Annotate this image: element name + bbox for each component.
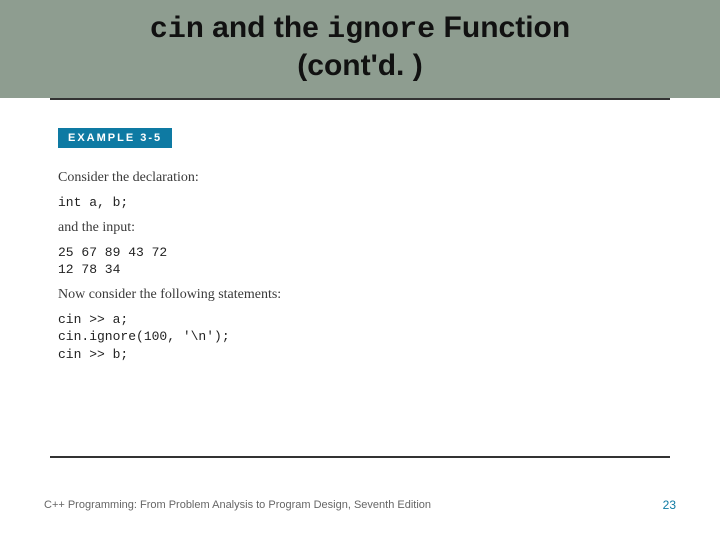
title-code-cin: cin (150, 13, 204, 47)
example-tag: EXAMPLE 3-5 (58, 128, 172, 148)
intro-input: and the input: (58, 220, 662, 236)
stmt-1: cin >> a; (58, 312, 128, 327)
title-code-ignore: ignore (327, 13, 435, 47)
input-line-2: 12 78 34 (58, 262, 120, 277)
code-statements: cin >> a; cin.ignore(100, '\n'); cin >> … (58, 311, 662, 364)
input-data: 25 67 89 43 72 12 78 34 (58, 244, 662, 279)
content-inner: EXAMPLE 3-5 Consider the declaration: in… (50, 118, 670, 363)
title-tail: Function (435, 11, 570, 44)
slide-title: cin and the ignore Function (cont'd. ) (20, 10, 700, 84)
page-number: 23 (663, 498, 676, 512)
footer-text: C++ Programming: From Problem Analysis t… (44, 499, 431, 511)
stmt-2: cin.ignore(100, '\n'); (58, 329, 230, 344)
slide-header: cin and the ignore Function (cont'd. ) (0, 0, 720, 98)
intro-statements: Now consider the following statements: (58, 287, 662, 303)
code-declaration: int a, b; (58, 194, 662, 212)
stmt-3: cin >> b; (58, 347, 128, 362)
slide-footer: C++ Programming: From Problem Analysis t… (0, 498, 720, 512)
title-mid: and the (204, 11, 327, 44)
divider-bottom (50, 456, 670, 458)
slide-content: EXAMPLE 3-5 Consider the declaration: in… (0, 100, 720, 540)
intro-declaration: Consider the declaration: (58, 170, 662, 186)
title-subtitle: (cont'd. ) (297, 49, 422, 82)
input-line-1: 25 67 89 43 72 (58, 245, 167, 260)
slide: cin and the ignore Function (cont'd. ) E… (0, 0, 720, 540)
